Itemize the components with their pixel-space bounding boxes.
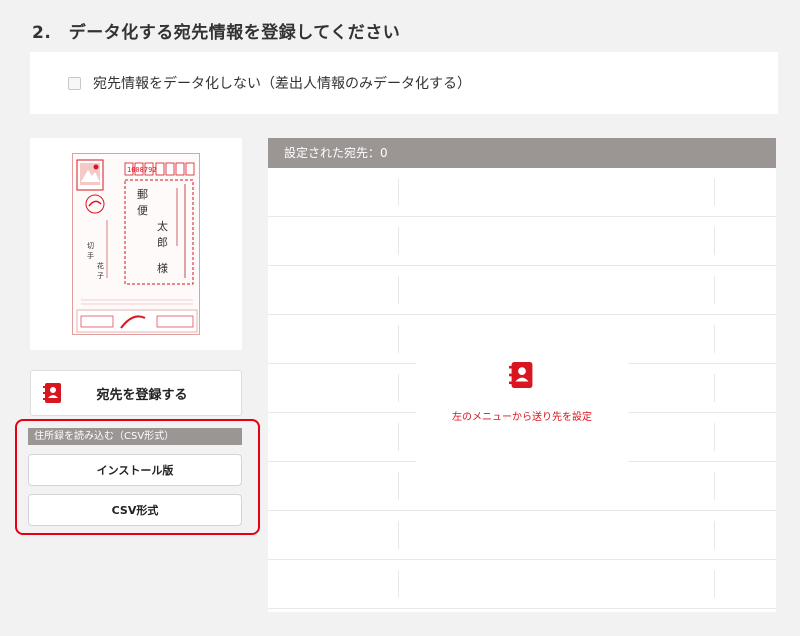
csv-import-header: 住所録を読み込む（CSV形式） bbox=[28, 428, 242, 445]
destination-panel: 設定された宛先：0 左のメニューから送り先を設定 bbox=[268, 138, 776, 612]
svg-text:子: 子 bbox=[97, 272, 104, 280]
destination-row bbox=[268, 266, 776, 315]
no-recipient-data-checkbox[interactable] bbox=[68, 76, 81, 90]
register-recipient-button[interactable]: 宛先を登録する bbox=[30, 370, 242, 416]
svg-text:切: 切 bbox=[87, 242, 94, 250]
address-book-icon bbox=[509, 361, 533, 388]
register-recipient-label: 宛先を登録する bbox=[96, 387, 188, 403]
destination-row bbox=[268, 560, 776, 609]
postal-code-text: 1008792 bbox=[127, 166, 157, 174]
csv-format-button[interactable]: CSV形式 bbox=[28, 494, 242, 526]
address-book-icon bbox=[43, 383, 61, 403]
destination-row bbox=[268, 168, 776, 217]
svg-text:太: 太 bbox=[157, 220, 168, 233]
destination-row bbox=[268, 217, 776, 266]
postcard-illustration: 1008792 郵 便 太 郎 様 切 手 花 子 bbox=[76, 159, 198, 333]
empty-destination-message: 左のメニューから送り先を設定 bbox=[416, 316, 628, 466]
no-recipient-data-label[interactable]: 宛先情報をデータ化しない（差出人情報のみデータ化する） bbox=[93, 73, 471, 93]
svg-text:便: 便 bbox=[137, 204, 148, 217]
install-version-button[interactable]: インストール版 bbox=[28, 454, 242, 486]
svg-text:郎: 郎 bbox=[157, 235, 168, 249]
destination-row bbox=[268, 462, 776, 511]
svg-text:郵: 郵 bbox=[137, 188, 148, 201]
postcard-preview-card: 1008792 郵 便 太 郎 様 切 手 花 子 bbox=[30, 138, 242, 350]
postcard-preview: 1008792 郵 便 太 郎 様 切 手 花 子 bbox=[72, 153, 200, 335]
no-recipient-data-option: 宛先情報をデータ化しない（差出人情報のみデータ化する） bbox=[30, 52, 778, 114]
svg-text:手: 手 bbox=[87, 251, 94, 260]
empty-destination-text: 左のメニューから送り先を設定 bbox=[452, 411, 592, 423]
destination-row bbox=[268, 511, 776, 560]
destination-list: 左のメニューから送り先を設定 bbox=[268, 168, 776, 612]
section-title: 2. データ化する宛先情報を登録してください bbox=[32, 23, 401, 43]
svg-text:様: 様 bbox=[157, 261, 168, 275]
svg-text:花: 花 bbox=[97, 261, 104, 270]
destination-count-header: 設定された宛先：0 bbox=[268, 138, 776, 168]
